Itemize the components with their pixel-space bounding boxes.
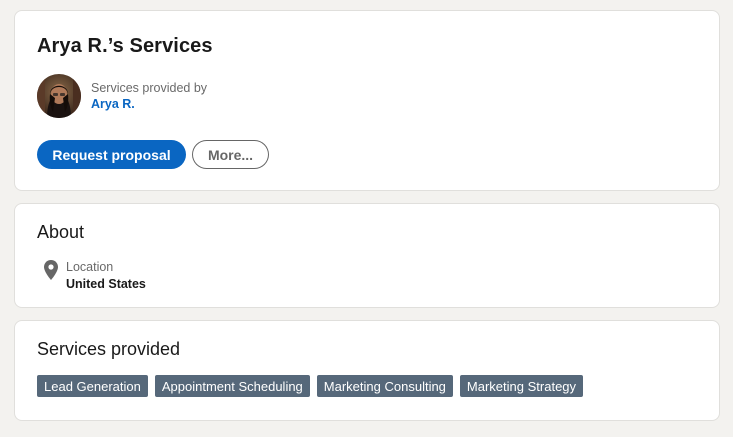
about-title: About xyxy=(37,222,85,242)
service-chip: Marketing Strategy xyxy=(459,375,584,397)
location-label: Location xyxy=(66,260,114,274)
services-header-card: Arya R.’s Services Services provided by … xyxy=(14,10,720,191)
page-title: Arya R.’s Services xyxy=(37,35,213,57)
request-proposal-button[interactable]: Request proposal xyxy=(37,140,186,169)
services-provided-card: Services provided Lead Generation Appoin… xyxy=(14,320,720,421)
location-pin-icon xyxy=(44,260,58,280)
provider-name-link[interactable]: Arya R. xyxy=(91,97,135,111)
more-button[interactable]: More... xyxy=(192,140,269,169)
service-chip: Lead Generation xyxy=(37,375,148,397)
provided-by-label: Services provided by xyxy=(91,81,208,95)
about-card: About Location United States xyxy=(14,203,720,308)
service-chip: Appointment Scheduling xyxy=(154,375,310,397)
location-value: United States xyxy=(66,277,146,291)
services-title: Services provided xyxy=(37,339,181,359)
avatar[interactable] xyxy=(37,74,81,118)
service-chip-list: Lead Generation Appointment Scheduling M… xyxy=(37,375,584,397)
service-chip: Marketing Consulting xyxy=(316,375,453,397)
user-avatar-photo xyxy=(37,74,81,118)
